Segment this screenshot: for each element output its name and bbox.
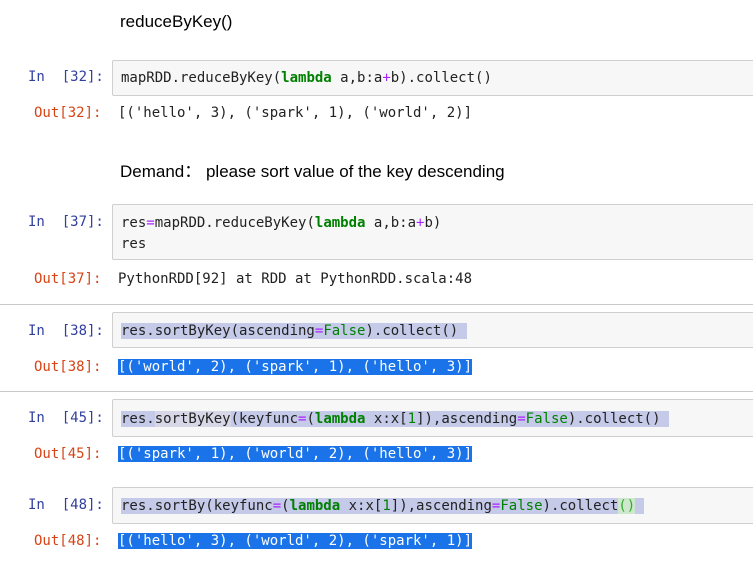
code-cell-input[interactable]: res.sortByKey(keyfunc=(lambda x:x[1]),as… xyxy=(112,399,753,437)
cell-output-selected: [('world', 2), ('spark', 1), ('hello', 3… xyxy=(118,359,473,375)
markdown-text-reducebykey: reduceByKey() xyxy=(120,12,233,31)
cell-output: PythonRDD[92] at RDD at PythonRDD.scala:… xyxy=(118,271,473,287)
code-line: res.sortBy(keyfunc=(lambda x:x[1]),ascen… xyxy=(121,498,644,514)
cell-output: [('hello', 3), ('spark', 1), ('world', 2… xyxy=(118,105,473,121)
code-cell-input[interactable]: res.sortByKey(ascending=False).collect() xyxy=(112,312,753,348)
code-line: res.sortByKey(keyfunc=(lambda x:x[1]),as… xyxy=(121,411,669,427)
code-cell-input[interactable]: res.sortBy(keyfunc=(lambda x:x[1]),ascen… xyxy=(112,487,753,524)
code-line: mapRDD.reduceByKey(lambda a,b:a+b).colle… xyxy=(121,70,492,86)
cell-output-selected: [('spark', 1), ('world', 2), ('hello', 3… xyxy=(118,446,473,462)
cell-separator xyxy=(0,391,753,392)
code-cell-input[interactable]: mapRDD.reduceByKey(lambda a,b:a+b).colle… xyxy=(112,60,753,96)
cell-output-selected: [('hello', 3), ('world', 2), ('spark', 1… xyxy=(118,533,473,549)
code-line: res.sortByKey(ascending=False).collect() xyxy=(121,323,467,339)
code-cell-input[interactable]: res=mapRDD.reduceByKey(lambda a,b:a+b) r… xyxy=(112,204,753,260)
cell-separator xyxy=(0,304,753,305)
code-line: res=mapRDD.reduceByKey(lambda a,b:a+b) xyxy=(121,215,442,231)
markdown-text-demand: Demand： please sort value of the key des… xyxy=(120,162,505,181)
code-line: res xyxy=(121,236,147,252)
